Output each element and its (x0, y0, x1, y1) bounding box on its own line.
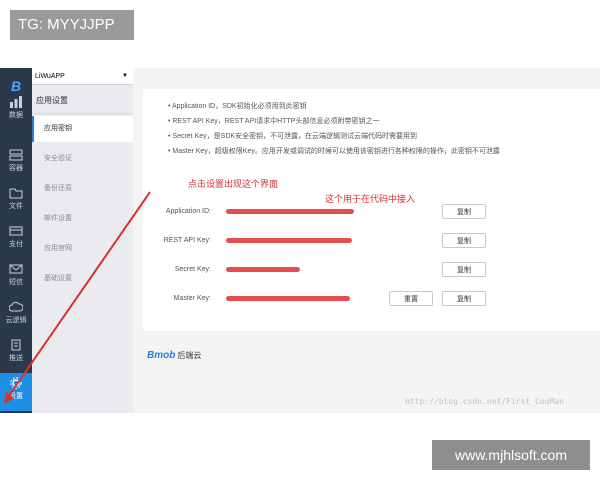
app-select[interactable]: LiWuAPP ▼ (32, 68, 133, 85)
rail-item-data[interactable]: 数据 (0, 92, 32, 130)
redacted-application-id (226, 209, 354, 214)
redacted-master-key (226, 296, 350, 301)
bullet-rest-key: REST API Key，REST API请求中HTTP头部信息必须附带密钥之一 (168, 114, 500, 129)
rail-label: 推送 (9, 355, 23, 362)
label-master-key: Master Key: (173, 295, 211, 302)
cloud-icon (9, 301, 23, 312)
menu-item-app-keys[interactable]: 应用密钥 (32, 116, 133, 142)
redacted-rest-api-key (226, 238, 352, 243)
keys-panel: Application ID，SDK初始化必须用到此密钥 REST API Ke… (143, 89, 600, 331)
label-application-id: Application ID: (165, 208, 211, 215)
copy-rest-api-key-button[interactable]: 复制 (442, 233, 486, 248)
rail-label: 支付 (9, 241, 23, 248)
copy-application-id-button[interactable]: 复制 (442, 204, 486, 219)
rail-label: 容器 (9, 165, 23, 172)
mail-icon (9, 264, 23, 274)
copy-master-key-button[interactable]: 复制 (442, 291, 486, 306)
rail-label: 数据 (9, 112, 23, 119)
rail-item-cloud[interactable]: 云逻辑 (0, 297, 32, 335)
brand-name: Bmob (147, 350, 176, 361)
rail-item-push[interactable]: 推送 (0, 335, 32, 373)
rail-item-pay[interactable]: 支付 (0, 221, 32, 259)
bullet-master-key: Master Key，超级权限Key。应用开发或调试的时候可以使用该密钥进行各种… (168, 144, 499, 159)
menu-item-email[interactable]: 邮件设置 (32, 206, 133, 232)
annotation-click-settings: 点击设置出现这个界面 (188, 179, 279, 189)
rail-label: 设置 (9, 393, 23, 400)
rail-item-settings[interactable]: 设置 (0, 373, 32, 411)
rail-label: 云逻辑 (5, 317, 27, 324)
rail-item-file[interactable]: 文件 (0, 183, 32, 221)
gear-icon (10, 377, 22, 389)
caret-down-icon: ▼ (122, 73, 128, 79)
settings-menu: LiWuAPP ▼ 应用设置 应用密钥 安全验证 备份还原 邮件设置 应用官网 … (32, 68, 133, 413)
label-rest-api-key: REST API Key: (163, 237, 211, 244)
folder-icon (9, 188, 23, 199)
menu-item-security[interactable]: 安全验证 (32, 146, 133, 172)
brand-suffix: 后端云 (177, 351, 202, 360)
redacted-secret-key (226, 267, 300, 272)
overlay-tag: TG: MYYJJPP (10, 10, 134, 40)
copy-secret-key-button[interactable]: 复制 (442, 262, 486, 277)
card-icon (9, 226, 23, 236)
site-watermark: www.mjhlsoft.com (432, 440, 590, 470)
annotation-used-in-code: 这个用于在代码中接入 (325, 194, 416, 204)
reset-master-key-button[interactable]: 重置 (389, 291, 433, 306)
rail-item-sms[interactable]: 短信 (0, 259, 32, 297)
menu-item-backup[interactable]: 备份还原 (32, 176, 133, 202)
rail-item-container[interactable]: 容器 (0, 145, 32, 183)
app-select-value: LiWuAPP (35, 73, 65, 80)
rail-label: 短信 (9, 279, 23, 286)
bullet-secret-key: Secret Key，是SDK安全密钥，不可泄露，在云端逻辑测试云端代码时需要用… (168, 129, 500, 144)
key-descriptions: Application ID，SDK初始化必须用到此密钥 REST API Ke… (168, 99, 500, 159)
chart-icon (10, 96, 22, 108)
icon-rail: B 数据 容器 文件 支付 短信 云逻辑 推送 设置 (0, 68, 32, 413)
blog-watermark: http://blog.csdn.net/First_CooMan (405, 397, 564, 406)
push-icon (11, 339, 21, 351)
server-icon (9, 149, 23, 161)
menu-item-basic[interactable]: 基础设置 (32, 266, 133, 292)
menu-item-website[interactable]: 应用官网 (32, 236, 133, 262)
bullet-app-id: Application ID，SDK初始化必须用到此密钥 (168, 99, 500, 114)
footer-brand: Bmob 后端云 (147, 350, 201, 361)
rail-label: 文件 (9, 203, 23, 210)
label-secret-key: Secret Key: (174, 266, 211, 273)
menu-header: 应用设置 (32, 88, 133, 114)
